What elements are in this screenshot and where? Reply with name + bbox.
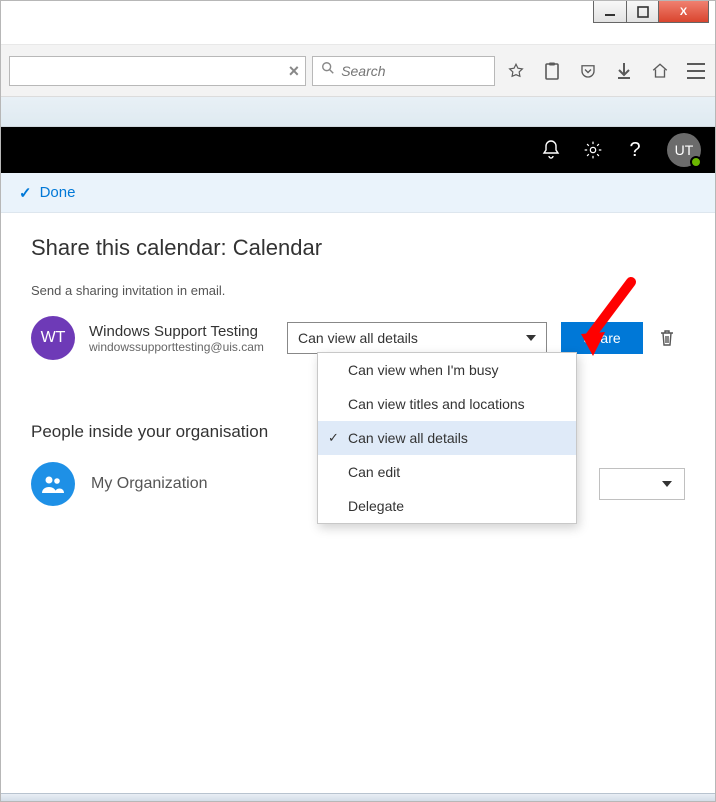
pocket-icon[interactable] xyxy=(579,62,597,80)
search-input[interactable] xyxy=(341,63,486,79)
delete-icon[interactable] xyxy=(657,326,677,350)
org-avatar xyxy=(31,462,75,506)
share-button[interactable]: Share xyxy=(561,322,643,354)
permission-option-selected[interactable]: Can view all details xyxy=(318,421,576,455)
done-label: Done xyxy=(40,184,76,201)
help-icon[interactable]: ? xyxy=(625,140,645,160)
permission-select[interactable]: Can view all details xyxy=(287,322,547,354)
org-name: My Organization xyxy=(91,475,208,493)
page-subtitle: Send a sharing invitation in email. xyxy=(31,283,685,298)
settings-gear-icon[interactable] xyxy=(583,140,603,160)
checkmark-icon: ✓ xyxy=(19,184,32,202)
chevron-down-icon xyxy=(662,481,672,487)
invitee-avatar: WT xyxy=(31,316,75,360)
permission-option[interactable]: Delegate xyxy=(318,489,576,523)
invitee-info: Windows Support Testing windowssupportte… xyxy=(89,323,273,354)
download-icon[interactable] xyxy=(615,62,633,80)
menu-icon[interactable] xyxy=(687,62,705,80)
app-top-bar: ? UT xyxy=(1,127,715,173)
minimize-button[interactable] xyxy=(594,1,626,22)
presence-indicator xyxy=(690,156,702,168)
window-controls: X xyxy=(593,1,709,23)
browser-tabstrip xyxy=(1,97,715,127)
home-icon[interactable] xyxy=(651,62,669,80)
permission-selected-label: Can view all details xyxy=(298,330,418,346)
taskbar-sliver xyxy=(1,793,715,801)
permission-dropdown: Can view when I'm busy Can view titles a… xyxy=(317,352,577,524)
bookmark-star-icon[interactable] xyxy=(507,62,525,80)
done-bar[interactable]: ✓ Done xyxy=(1,173,715,213)
clipboard-icon[interactable] xyxy=(543,62,561,80)
browser-toolbar: × xyxy=(1,45,715,97)
search-box[interactable] xyxy=(312,56,495,86)
permission-option[interactable]: Can view titles and locations xyxy=(318,387,576,421)
browser-toolbar-icons xyxy=(507,62,705,80)
close-button[interactable]: X xyxy=(658,1,708,22)
org-permission-select[interactable] xyxy=(599,468,685,500)
user-avatar[interactable]: UT xyxy=(667,133,701,167)
invitee-email: windowssupporttesting@uis.cam xyxy=(89,340,273,354)
os-titlebar: X xyxy=(1,1,715,45)
clear-address-icon[interactable]: × xyxy=(289,62,300,80)
page-title: Share this calendar: Calendar xyxy=(31,235,685,261)
avatar-initials: UT xyxy=(675,142,694,158)
permission-option[interactable]: Can view when I'm busy xyxy=(318,353,576,387)
invitee-name: Windows Support Testing xyxy=(89,323,273,340)
notifications-icon[interactable] xyxy=(541,140,561,160)
search-icon xyxy=(321,61,335,80)
invitee-row: WT Windows Support Testing windowssuppor… xyxy=(31,316,685,360)
maximize-button[interactable] xyxy=(626,1,658,22)
address-bar[interactable]: × xyxy=(9,56,306,86)
permission-option[interactable]: Can edit xyxy=(318,455,576,489)
chevron-down-icon xyxy=(526,335,536,341)
main-content: Share this calendar: Calendar Send a sha… xyxy=(1,213,715,528)
